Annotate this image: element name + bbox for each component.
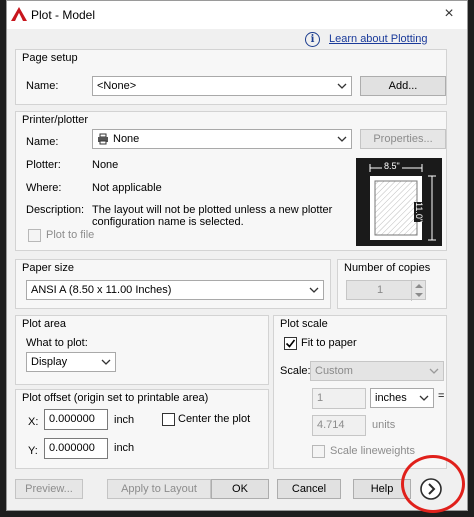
plotter-value: None	[92, 159, 119, 171]
description-label: Description:	[26, 204, 85, 216]
preview-width-label: 8.5"	[382, 161, 402, 171]
chevron-down-icon	[101, 359, 111, 365]
paper-size-group: Paper size ANSI A (8.50 x 11.00 Inches)	[15, 259, 331, 309]
plot-scale-group: Plot scale Fit to paper Scale: Custom 1 …	[273, 315, 447, 469]
center-plot-checkbox[interactable]	[162, 413, 175, 426]
page-setup-group: Page setup Name: <None> Add...	[15, 49, 447, 105]
paper-preview-diagram	[369, 164, 436, 241]
equals-sign: =	[438, 390, 445, 402]
page-setup-name-label: Name:	[26, 80, 59, 92]
printer-name-label: Name:	[26, 136, 59, 148]
plot-area-title: Plot area	[22, 318, 67, 330]
preview-height-label: 11.0"	[414, 202, 424, 223]
preview-button[interactable]: Preview...	[15, 479, 83, 499]
cancel-button[interactable]: Cancel	[277, 479, 341, 499]
center-plot-label: Center the plot	[178, 413, 251, 425]
offset-y-input[interactable]: 0.000000	[44, 438, 108, 459]
offset-y-unit: inch	[114, 442, 135, 454]
chevron-down-icon	[309, 287, 319, 293]
learn-about-plotting-link[interactable]: Learn about Plotting	[329, 33, 427, 45]
fit-to-paper-label: Fit to paper	[301, 337, 357, 349]
offset-y-label: Y:	[28, 445, 38, 457]
autocad-logo-icon	[11, 7, 27, 21]
properties-button[interactable]: Properties...	[360, 129, 446, 149]
scale-label: Scale:	[280, 365, 311, 377]
window-title: Plot - Model	[31, 8, 96, 22]
spin-down-icon	[415, 293, 423, 297]
printer-icon	[98, 133, 108, 145]
chevron-down-icon	[337, 83, 347, 89]
printer-name-value: None	[113, 133, 140, 145]
plot-to-file-checkbox[interactable]	[28, 229, 41, 242]
plot-area-group: Plot area What to plot: Display	[15, 315, 269, 385]
what-to-plot-label: What to plot:	[26, 337, 88, 349]
plot-dialog: Plot - Model × i Learn about Plotting Pa…	[6, 0, 468, 511]
scale-value: Custom	[315, 365, 353, 377]
paper-preview: 8.5" 11.0"	[356, 158, 442, 246]
number-of-copies-group: Number of copies 1	[337, 259, 447, 309]
where-value: Not applicable	[92, 182, 162, 194]
paper-size-value: ANSI A (8.50 x 11.00 Inches)	[31, 284, 172, 296]
plot-offset-title: Plot offset (origin set to printable are…	[22, 392, 209, 404]
chevron-down-icon	[429, 368, 439, 374]
offset-x-unit: inch	[114, 414, 135, 426]
title-bar[interactable]: Plot - Model ×	[7, 1, 467, 29]
chevron-down-icon	[419, 395, 429, 401]
printer-name-combo[interactable]: None	[92, 129, 352, 149]
ok-button[interactable]: OK	[211, 479, 269, 499]
page-setup-title: Page setup	[22, 52, 78, 64]
offset-x-input[interactable]: 0.000000	[44, 409, 108, 430]
printer-plotter-title: Printer/plotter	[22, 114, 89, 126]
annotation-circle	[401, 455, 465, 513]
copies-spin-buttons[interactable]	[411, 281, 425, 301]
what-to-plot-combo[interactable]: Display	[26, 352, 116, 372]
apply-to-layout-button[interactable]: Apply to Layout	[107, 479, 211, 499]
scale-units-label: units	[372, 419, 396, 431]
number-of-copies-title: Number of copies	[344, 262, 431, 274]
fit-to-paper-checkbox[interactable]	[284, 337, 297, 350]
what-to-plot-value: Display	[31, 356, 68, 368]
scale-unit-value: inches	[375, 392, 407, 404]
plotter-label: Plotter:	[26, 159, 61, 171]
paper-size-combo[interactable]: ANSI A (8.50 x 11.00 Inches)	[26, 280, 324, 300]
scale-lineweights-label: Scale lineweights	[330, 445, 415, 457]
scale-unit-combo[interactable]: inches	[370, 388, 434, 408]
page-setup-name-combo[interactable]: <None>	[92, 76, 352, 96]
chevron-down-icon	[337, 136, 347, 142]
spin-up-icon	[415, 284, 423, 288]
scale-combo[interactable]: Custom	[310, 361, 444, 381]
scale-lineweights-checkbox[interactable]	[312, 445, 325, 458]
description-line-1: The layout will not be plotted unless a …	[92, 204, 333, 216]
paper-size-title: Paper size	[22, 262, 74, 274]
plot-to-file-label: Plot to file	[46, 229, 95, 241]
printer-plotter-group: Printer/plotter Name: None Properties...…	[15, 111, 447, 251]
plot-scale-title: Plot scale	[280, 318, 328, 330]
copies-spinner[interactable]: 1	[346, 280, 426, 301]
close-button[interactable]: ×	[439, 5, 459, 23]
page-setup-name-value: <None>	[97, 80, 137, 92]
info-icon: i	[305, 32, 320, 47]
checkmark-icon	[285, 339, 296, 348]
where-label: Where:	[26, 182, 62, 194]
description-line-2: configuration name is selected.	[92, 216, 244, 228]
offset-x-label: X:	[28, 416, 39, 428]
scale-inches-input[interactable]: 1	[312, 388, 366, 409]
copies-value: 1	[377, 284, 384, 296]
plot-offset-group: Plot offset (origin set to printable are…	[15, 389, 269, 469]
scale-units-input[interactable]: 4.714	[312, 415, 366, 436]
add-page-setup-button[interactable]: Add...	[360, 76, 446, 96]
